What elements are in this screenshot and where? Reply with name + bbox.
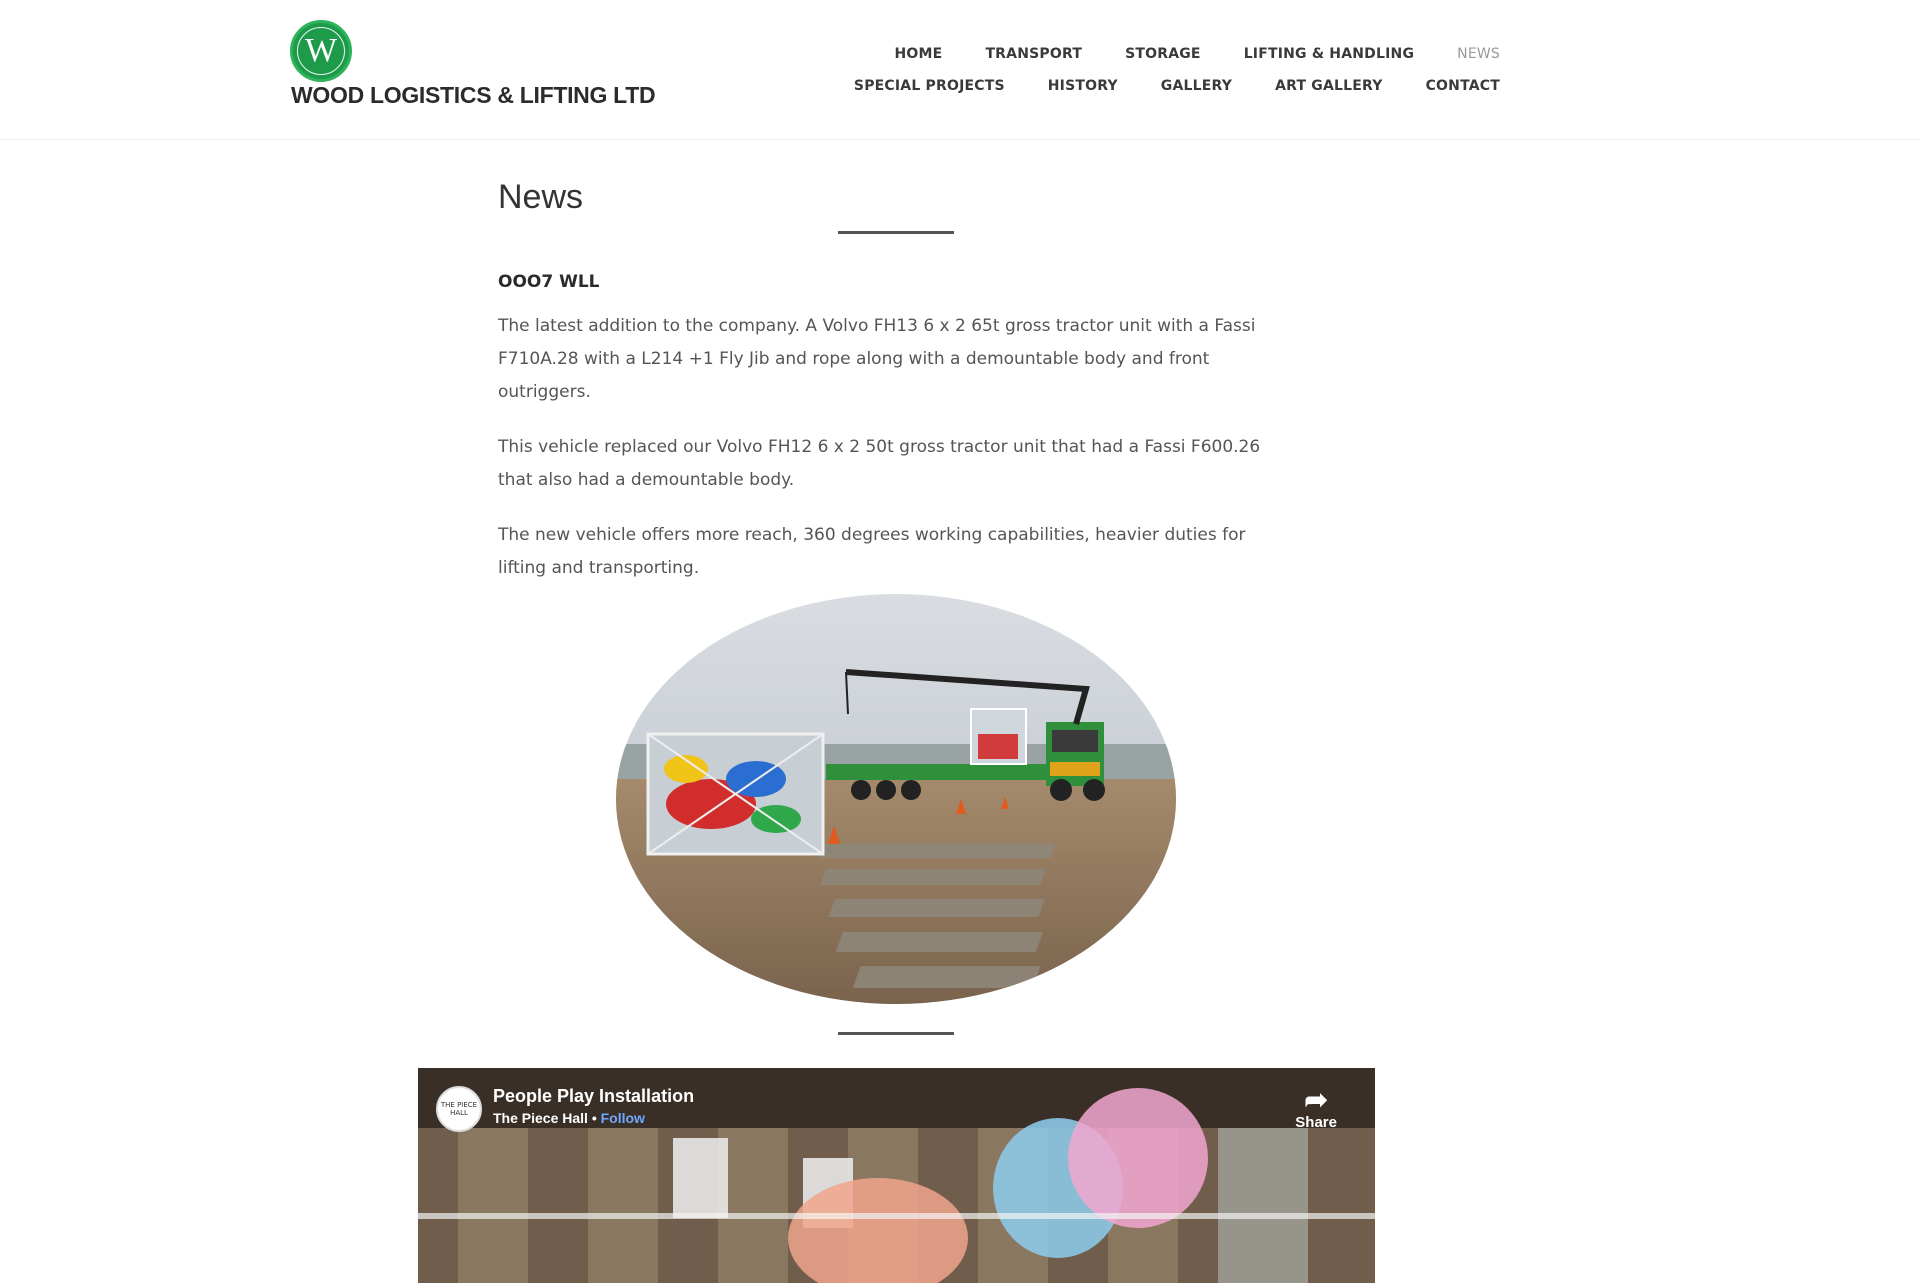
nav-item-lifting-handling[interactable]: LIFTING & HANDLING (1244, 46, 1414, 62)
nav-row-1: HOME TRANSPORT STORAGE LIFTING & HANDLIN… (854, 38, 1500, 70)
logo-letter: W (297, 27, 345, 75)
follow-link[interactable]: Follow (601, 1110, 645, 1126)
post-paragraph: This vehicle replaced our Volvo FH12 6 x… (498, 437, 1261, 490)
nav-item-art-gallery[interactable]: ART GALLERY (1275, 78, 1383, 94)
nav-item-gallery[interactable]: GALLERY (1161, 78, 1232, 94)
main-nav: HOME TRANSPORT STORAGE LIFTING & HANDLIN… (854, 38, 1500, 102)
site-header: W WOOD LOGISTICS & LIFTING LTD HOME TRAN… (0, 0, 1920, 140)
post-paragraph: The latest addition to the company. A Vo… (498, 316, 1256, 402)
truck-crane-illustration (616, 594, 1176, 1004)
channel-avatar[interactable]: THE PIECE HALL (436, 1086, 482, 1132)
share-button[interactable]: ➦ Share (1295, 1084, 1337, 1132)
nav-row-2: SPECIAL PROJECTS HISTORY GALLERY ART GAL… (854, 70, 1500, 102)
nav-item-history[interactable]: HISTORY (1048, 78, 1118, 94)
nav-item-transport[interactable]: TRANSPORT (985, 46, 1082, 62)
nav-item-contact[interactable]: CONTACT (1426, 78, 1500, 94)
embedded-video[interactable]: THE PIECE HALL People Play Installation … (418, 1068, 1375, 1283)
channel-avatar-text: THE PIECE HALL (440, 1101, 478, 1117)
post-paragraph: The new vehicle offers more reach, 360 d… (498, 525, 1246, 578)
page-title: News (498, 178, 584, 216)
nav-item-home[interactable]: HOME (895, 46, 943, 62)
nav-item-news[interactable]: NEWS (1457, 46, 1500, 62)
nav-item-special-projects[interactable]: SPECIAL PROJECTS (854, 78, 1005, 94)
logo-icon[interactable]: W (290, 20, 352, 82)
channel-name[interactable]: The Piece Hall (493, 1110, 588, 1126)
channel-separator: • (587, 1110, 601, 1126)
company-name[interactable]: WOOD LOGISTICS & LIFTING LTD (291, 82, 656, 109)
post-title: OOO7 WLL (498, 272, 600, 292)
main-content: News OOO7 WLL The latest addition to the… (498, 140, 1298, 585)
section-divider (838, 1032, 954, 1035)
share-label: Share (1295, 1114, 1337, 1131)
nav-item-storage[interactable]: STORAGE (1125, 46, 1201, 62)
truck-crane-photo (616, 594, 1176, 1004)
video-channel: The Piece Hall • Follow (493, 1110, 645, 1126)
title-divider (838, 231, 954, 234)
video-title[interactable]: People Play Installation (493, 1086, 694, 1107)
share-arrow-icon: ➦ (1304, 1084, 1328, 1115)
